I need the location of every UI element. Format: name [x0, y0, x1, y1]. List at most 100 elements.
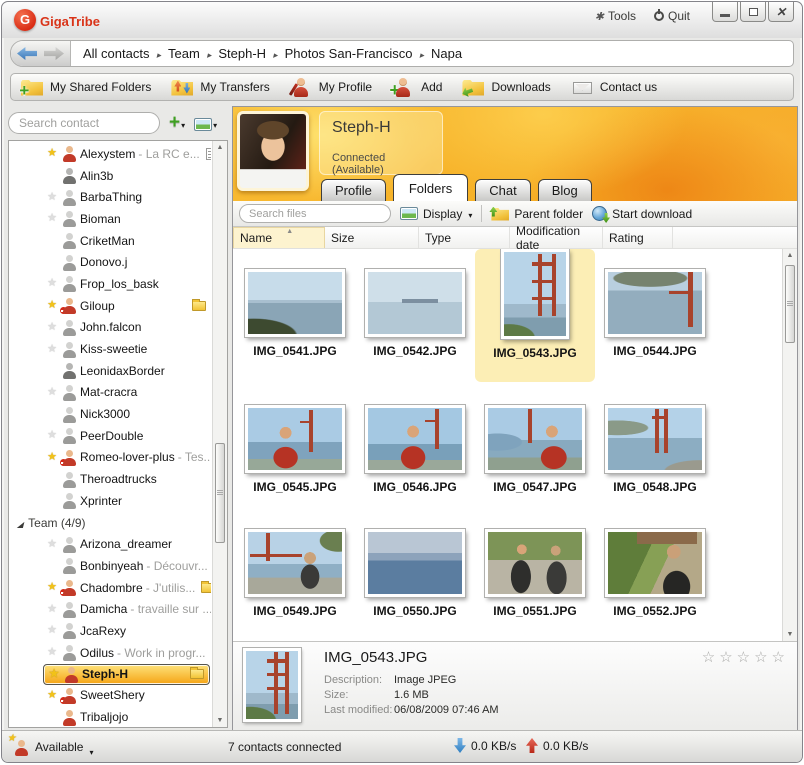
display-button[interactable]: Display	[400, 207, 472, 221]
rating-star-icon[interactable]	[715, 649, 732, 666]
my-profile-button[interactable]: My Profile	[290, 78, 372, 97]
rating-star-icon[interactable]	[750, 649, 767, 666]
contact-display-button[interactable]	[194, 116, 217, 131]
profile-name: Steph-H	[332, 119, 430, 137]
tab-profile[interactable]: Profile	[321, 179, 386, 201]
file-item[interactable]: IMG_0545.JPG	[235, 394, 355, 518]
scroll-down-icon[interactable]: ▼	[213, 717, 227, 724]
file-grid-scrollbar[interactable]: ▲ ▼	[782, 249, 797, 641]
file-item[interactable]: IMG_0550.JPG	[355, 518, 475, 641]
contact-row[interactable]: Mat-cracra	[9, 382, 211, 404]
contact-row[interactable]: Damicha - travaille sur ...	[9, 598, 211, 620]
contact-name: Arizona_dreamer	[80, 537, 172, 551]
minimize-button[interactable]	[712, 2, 738, 22]
availability-selector[interactable]: Available	[10, 737, 94, 756]
contact-us-button[interactable]: Contact us	[571, 78, 657, 97]
tab-folders[interactable]: Folders	[393, 174, 468, 201]
size-value: 1.6 MB	[394, 689, 499, 701]
column-header[interactable]: Size	[325, 227, 419, 248]
rating-stars[interactable]	[698, 648, 785, 667]
quit-button[interactable]: Quit	[654, 9, 690, 23]
contact-row[interactable]: Bioman	[9, 208, 211, 230]
forward-arrow-icon[interactable]	[44, 47, 64, 60]
tab-chat[interactable]: Chat	[475, 179, 530, 201]
contact-row[interactable]: Arizona_dreamer	[9, 533, 211, 555]
contact-row[interactable]: SweetShery	[9, 685, 211, 707]
column-header[interactable]: Name	[233, 227, 325, 248]
add-button[interactable]: Add	[392, 78, 442, 97]
contact-row[interactable]: Odilus - Work in progr...	[9, 642, 211, 664]
contact-name: BarbaThing	[80, 190, 142, 204]
column-header[interactable]: Rating	[603, 227, 673, 248]
team-group-header[interactable]: Team (4/9)	[9, 512, 211, 534]
contact-name: Romeo-lover-plus	[80, 450, 175, 464]
file-list-columns: Name Size Type Modification date Rating	[233, 227, 797, 249]
contact-row[interactable]: Chadombre - J'utilis...	[9, 577, 211, 599]
file-item[interactable]: IMG_0542.JPG	[355, 249, 475, 394]
contact-row[interactable]: PeerDouble	[9, 425, 211, 447]
file-item[interactable]: IMG_0552.JPG	[595, 518, 715, 641]
my-transfers-button[interactable]: My Transfers	[171, 78, 269, 97]
scroll-down-icon[interactable]: ▼	[783, 631, 797, 638]
breadcrumb-item[interactable]: Steph-H	[218, 46, 284, 61]
contact-avatar-icon	[62, 579, 77, 596]
scrollbar-thumb[interactable]	[215, 443, 225, 543]
contact-row[interactable]: LeonidaxBorder	[9, 360, 211, 382]
contact-row[interactable]: Alexystem - La RC e...	[9, 143, 211, 165]
contact-row[interactable]: Kiss-sweetie	[9, 338, 211, 360]
file-item[interactable]: IMG_0547.JPG	[475, 394, 595, 518]
restore-button[interactable]	[740, 2, 766, 22]
contact-row[interactable]: Frop_los_bask	[9, 273, 211, 295]
file-item[interactable]: IMG_0548.JPG	[595, 394, 715, 518]
parent-folder-button[interactable]: Parent folder	[491, 207, 583, 221]
downloads-button[interactable]: Downloads	[462, 78, 550, 97]
contact-row[interactable]: BarbaThing	[9, 186, 211, 208]
contact-row[interactable]: John.falcon	[9, 317, 211, 339]
search-files-input[interactable]	[239, 204, 391, 223]
contact-row[interactable]: Alin3b	[9, 165, 211, 187]
scroll-up-icon[interactable]: ▲	[783, 252, 797, 259]
contact-row[interactable]: Bonbinyeah - Découvr...	[9, 555, 211, 577]
file-name: IMG_0545.JPG	[253, 480, 336, 494]
file-item[interactable]: IMG_0541.JPG	[235, 249, 355, 394]
back-arrow-icon[interactable]	[17, 47, 37, 60]
close-button[interactable]	[768, 2, 794, 22]
contact-row[interactable]: Romeo-lover-plus - Tes...	[9, 447, 211, 469]
breadcrumb-item[interactable]: Team	[168, 46, 218, 61]
start-download-button[interactable]: Start download	[592, 206, 692, 221]
column-header[interactable]: Type	[419, 227, 510, 248]
add-contact-button[interactable]	[169, 115, 185, 131]
contact-row[interactable]: Donovo.j	[9, 251, 211, 273]
favorite-star-icon	[45, 387, 59, 398]
contact-row[interactable]: Nick3000	[9, 403, 211, 425]
contact-row[interactable]: JcaRexy	[9, 620, 211, 642]
breadcrumb-item[interactable]: Napa	[431, 46, 462, 61]
my-shared-folders-button[interactable]: My Shared Folders	[21, 78, 151, 97]
scroll-up-icon[interactable]: ▲	[213, 144, 227, 151]
file-item[interactable]: IMG_0551.JPG	[475, 518, 595, 641]
file-item[interactable]: IMG_0549.JPG	[235, 518, 355, 641]
search-contact-input[interactable]	[8, 112, 160, 134]
rating-star-icon[interactable]	[768, 649, 785, 666]
contact-row[interactable]: Steph-H	[43, 664, 210, 685]
rating-star-icon[interactable]	[733, 649, 750, 666]
breadcrumb-item[interactable]: Photos San-Francisco	[285, 46, 431, 61]
contact-row[interactable]: Giloup	[9, 295, 211, 317]
contact-row[interactable]: Theroadtrucks	[9, 468, 211, 490]
contact-row[interactable]: Xprinter	[9, 490, 211, 512]
contact-name: Alin3b	[80, 169, 113, 183]
column-header[interactable]: Modification date	[510, 227, 603, 248]
file-item[interactable]: IMG_0546.JPG	[355, 394, 475, 518]
file-item[interactable]: IMG_0544.JPG	[595, 249, 715, 394]
contact-list-scrollbar[interactable]: ▲ ▼	[212, 141, 227, 727]
rating-star-icon[interactable]	[698, 649, 715, 666]
breadcrumb-item[interactable]: All contacts	[83, 46, 168, 61]
tab-blog[interactable]: Blog	[538, 179, 592, 201]
contact-group-team: Arizona_dreamer Bonbinyeah - Découvr...	[9, 533, 211, 727]
scrollbar-thumb[interactable]	[785, 265, 795, 343]
contact-row[interactable]: Tribaljojo	[9, 706, 211, 727]
profile-header: Steph-H Connected (Available) Profile Fo…	[233, 107, 797, 201]
contact-row[interactable]: CriketMan	[9, 230, 211, 252]
file-item[interactable]: IMG_0543.JPG	[475, 249, 595, 382]
tools-button[interactable]: Tools	[595, 9, 636, 23]
